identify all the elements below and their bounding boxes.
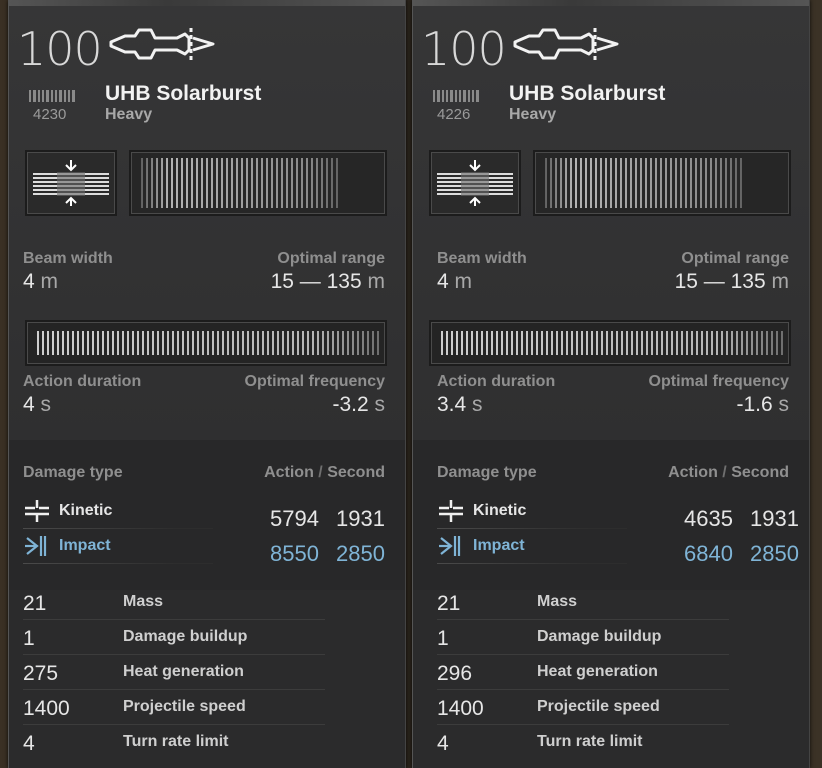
optimal-range-label: Optimal range bbox=[681, 250, 789, 267]
beam-width-value: 4 m bbox=[23, 270, 59, 293]
weapon-card-left[interactable]: 100 4230 UHB Solarburst Heavy Beam width… bbox=[8, 0, 406, 768]
barcode-icon bbox=[29, 90, 75, 102]
item-code: 4230 bbox=[33, 106, 67, 123]
action-second-header: Action / Second bbox=[264, 464, 385, 481]
duration-bars bbox=[35, 322, 379, 364]
row-divider bbox=[23, 528, 213, 529]
duration-bars bbox=[439, 322, 783, 364]
beam-width-label: Beam width bbox=[437, 250, 527, 267]
stat-damage-buildup-label: Damage buildup bbox=[123, 628, 248, 645]
stat-turn-rate-label: Turn rate limit bbox=[537, 733, 643, 750]
item-code: 4226 bbox=[437, 106, 471, 123]
impact-icon bbox=[25, 536, 47, 556]
stat-heat-generation-label: Heat generation bbox=[123, 663, 244, 680]
beam-width-label: Beam width bbox=[23, 250, 113, 267]
weapon-name: UHB Solarburst bbox=[509, 82, 666, 105]
barcode-icon bbox=[433, 90, 479, 102]
stat-projectile-speed-label: Projectile speed bbox=[537, 698, 660, 715]
action-duration-value: 4 s bbox=[23, 393, 52, 416]
stat-divider bbox=[437, 654, 729, 655]
beam-weapon-icon bbox=[109, 28, 215, 60]
action-duration-value: 3.4 s bbox=[437, 393, 483, 416]
kinetic-second-value: 1931 bbox=[336, 506, 385, 531]
row-divider bbox=[437, 563, 627, 564]
impact-second-value: 2850 bbox=[750, 541, 799, 566]
stat-turn-rate-label: Turn rate limit bbox=[123, 733, 229, 750]
impact-label: Impact bbox=[473, 537, 525, 554]
beam-width-icon bbox=[437, 160, 513, 206]
action-duration-label: Action duration bbox=[437, 373, 556, 390]
kinetic-action-value: 5794 bbox=[270, 506, 319, 531]
row-divider bbox=[437, 528, 627, 529]
weapon-class: Heavy bbox=[509, 106, 557, 123]
stat-damage-buildup-value: 1 bbox=[437, 627, 449, 650]
action-second-header: Action / Second bbox=[668, 464, 789, 481]
stat-projectile-speed-value: 1400 bbox=[437, 697, 484, 720]
damage-type-header: Damage type bbox=[23, 464, 123, 481]
action-duration-graphic bbox=[25, 320, 387, 366]
stat-divider bbox=[23, 654, 325, 655]
range-bars bbox=[141, 152, 341, 214]
stat-turn-rate-value: 4 bbox=[437, 732, 449, 755]
stat-mass-label: Mass bbox=[537, 593, 578, 610]
optimal-range-label: Optimal range bbox=[277, 250, 385, 267]
optimal-range-value: 15 — 135 m bbox=[270, 270, 385, 293]
beam-width-value: 4 m bbox=[437, 270, 473, 293]
impact-icon bbox=[439, 536, 461, 556]
stat-mass-value: 21 bbox=[437, 592, 461, 615]
impact-action-value: 6840 bbox=[684, 541, 733, 566]
stat-divider bbox=[437, 689, 729, 690]
optimal-frequency-label: Optimal frequency bbox=[648, 373, 789, 390]
optimal-range-graphic bbox=[533, 150, 791, 216]
action-duration-graphic bbox=[429, 320, 791, 366]
stat-mass-value: 21 bbox=[23, 592, 47, 615]
optimal-frequency-value: -1.6 s bbox=[736, 393, 789, 416]
beam-weapon-icon bbox=[513, 28, 619, 60]
stat-projectile-speed-value: 1400 bbox=[23, 697, 70, 720]
impact-action-value: 8550 bbox=[270, 541, 319, 566]
stat-divider bbox=[437, 724, 729, 725]
beam-width-icon bbox=[33, 160, 109, 206]
damage-type-header: Damage type bbox=[437, 464, 537, 481]
optimal-frequency-value: -3.2 s bbox=[332, 393, 385, 416]
stat-heat-generation-label: Heat generation bbox=[537, 663, 658, 680]
impact-second-value: 2850 bbox=[336, 541, 385, 566]
weapon-level: 100 bbox=[421, 22, 507, 76]
action-duration-label: Action duration bbox=[23, 373, 142, 390]
beam-width-graphic bbox=[25, 150, 117, 216]
impact-label: Impact bbox=[59, 537, 111, 554]
optimal-range-graphic bbox=[129, 150, 387, 216]
optimal-range-value: 15 — 135 m bbox=[674, 270, 789, 293]
range-bars bbox=[545, 152, 745, 214]
stat-damage-buildup-label: Damage buildup bbox=[537, 628, 662, 645]
stat-damage-buildup-value: 1 bbox=[23, 627, 35, 650]
kinetic-second-value: 1931 bbox=[750, 506, 799, 531]
stat-divider bbox=[23, 724, 325, 725]
kinetic-label: Kinetic bbox=[59, 502, 113, 519]
stat-divider bbox=[437, 619, 729, 620]
kinetic-label: Kinetic bbox=[473, 502, 527, 519]
stat-divider bbox=[23, 619, 325, 620]
stat-heat-generation-value: 275 bbox=[23, 662, 59, 685]
kinetic-action-value: 4635 bbox=[684, 506, 733, 531]
kinetic-icon bbox=[25, 500, 49, 522]
kinetic-icon bbox=[439, 500, 463, 522]
beam-width-graphic bbox=[429, 150, 521, 216]
weapon-card-right[interactable]: 100 4226 UHB Solarburst Heavy Beam width… bbox=[412, 0, 810, 768]
row-divider bbox=[23, 563, 213, 564]
stat-divider bbox=[23, 689, 325, 690]
weapon-name: UHB Solarburst bbox=[105, 82, 262, 105]
optimal-frequency-label: Optimal frequency bbox=[244, 373, 385, 390]
stat-turn-rate-value: 4 bbox=[23, 732, 35, 755]
weapon-class: Heavy bbox=[105, 106, 153, 123]
stat-mass-label: Mass bbox=[123, 593, 164, 610]
stat-projectile-speed-label: Projectile speed bbox=[123, 698, 246, 715]
weapon-level: 100 bbox=[17, 22, 103, 76]
stat-heat-generation-value: 296 bbox=[437, 662, 473, 685]
